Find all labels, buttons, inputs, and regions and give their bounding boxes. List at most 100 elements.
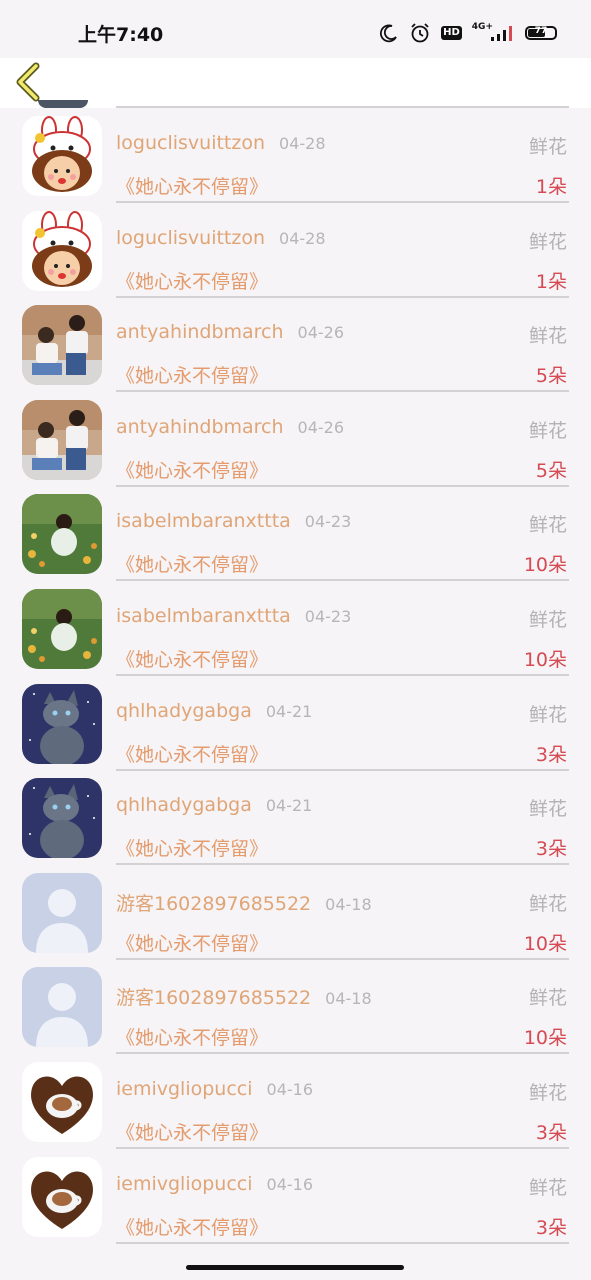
username: loguclisvuittzon [116,226,266,249]
date: 04-21 [265,701,313,721]
gift-type: 鲜花 [528,230,567,253]
hd-icon: HD [441,26,462,40]
date: 04-18 [325,989,372,1009]
battery-icon: 77 [525,26,557,40]
status-time: 上午7:40 [78,24,164,46]
username: 游客1602897685522 [116,987,312,1010]
avatar-bunny-cartoon [22,210,102,291]
gift-count: 3朵 [535,743,567,766]
avatar-default-user [22,967,102,1048]
username: loguclisvuittzon [116,132,266,154]
list-item[interactable]: isabelmbaranxttta 04-23 鲜花 《她心永不停留》 10朵 [0,581,591,676]
gift-count: 10朵 [523,932,567,955]
gift-type: 鲜花 [528,608,567,631]
avatar-coffee-heart [22,1156,102,1237]
home-indicator[interactable] [186,1265,404,1270]
list-item[interactable]: isabelmbaranxttta 04-23 鲜花 《她心永不停留》 10朵 [0,486,591,582]
gift-count: 3朵 [535,1216,567,1239]
username: antyahindbmarch [116,321,284,344]
username: qhlhadygabga [116,699,252,722]
gift-count: 10朵 [523,648,567,671]
list-item[interactable]: antyahindbmarch 04-26 鲜花 《她心永不停留》 5朵 [0,297,591,393]
battery-level: 77 [534,26,548,36]
avatar-girl-flowers [22,494,102,575]
list-item[interactable]: qhlhadygabga 04-21 鲜花 《她心永不停留》 3朵 [0,676,591,771]
song-title: 《她心永不停留》 [116,459,269,482]
username: iemivgliopucci [116,1172,253,1195]
gift-count: 5朵 [535,459,567,482]
song-title: 《她心永不停留》 [116,554,269,577]
song-title: 《她心永不停留》 [116,1027,269,1050]
username: isabelmbaranxttta [116,604,291,627]
username: isabelmbaranxttta [116,510,291,533]
list-item[interactable]: loguclisvuittzon 04-28 鲜花 《她心永不停留》 1朵 [0,108,591,203]
gift-type: 鲜花 [528,987,567,1010]
date: 04-23 [304,512,352,532]
song-title: 《她心永不停留》 [116,1216,269,1239]
gift-type: 鲜花 [528,1176,567,1199]
date: 04-18 [325,894,372,914]
song-title: 《她心永不停留》 [116,838,269,861]
username: iemivgliopucci [116,1077,253,1100]
gift-count: 1朵 [535,270,567,293]
divider [116,1241,569,1244]
list-item[interactable]: qhlhadygabga 04-21 鲜花 《她心永不停留》 3朵 [0,770,591,866]
gift-type: 鲜花 [528,798,567,821]
date: 04-28 [279,134,326,153]
username: qhlhadygabga [116,794,252,817]
alarm-icon [409,22,431,44]
avatar-couple-photo [22,305,102,386]
song-title: 《她心永不停留》 [116,648,269,671]
date: 04-16 [266,1174,314,1194]
gift-count: 3朵 [535,838,567,861]
gift-count: 3朵 [535,1121,567,1144]
nav-bar [0,58,591,108]
username: antyahindbmarch [116,415,284,438]
date: 04-16 [266,1079,314,1099]
avatar-bunny-cartoon [22,116,102,196]
avatar-couple-photo [22,399,102,480]
username: 游客1602897685522 [116,892,312,915]
date: 04-28 [279,228,326,248]
gift-list: loguclisvuittzon 04-28 鲜花 《她心永不停留》 1朵 lo… [0,108,591,1244]
avatar-coffee-heart [22,1061,102,1142]
gift-count: 5朵 [535,365,567,388]
song-title: 《她心永不停留》 [116,176,269,198]
list-item[interactable]: 游客1602897685522 04-18 鲜花 《她心永不停留》 10朵 [0,959,591,1055]
song-title: 《她心永不停留》 [116,270,269,293]
gift-type: 鲜花 [528,136,567,158]
gift-type: 鲜花 [528,514,567,537]
gift-type: 鲜花 [528,892,567,915]
avatar-cat-night [22,778,102,859]
signal-label: 4G+ [471,22,493,32]
song-title: 《她心永不停留》 [116,743,269,766]
signal-icon: 4G+ [471,22,515,42]
moon-icon [379,23,399,43]
list-item[interactable]: loguclisvuittzon 04-28 鲜花 《她心永不停留》 1朵 [0,203,591,298]
gift-count: 10朵 [523,554,567,577]
gift-count: 1朵 [535,176,567,198]
chevron-left-icon [16,62,40,102]
song-title: 《她心永不停留》 [116,932,269,955]
avatar-girl-flowers [22,588,102,669]
avatar-default-user [22,872,102,953]
avatar [38,100,88,108]
gift-type: 鲜花 [528,703,567,726]
list-item[interactable]: 游客1602897685522 04-18 鲜花 《她心永不停留》 10朵 [0,865,591,960]
date: 04-21 [265,796,313,816]
song-title: 《她心永不停留》 [116,365,269,388]
back-button[interactable] [12,62,46,102]
song-title: 《她心永不停留》 [116,1121,269,1144]
list-item[interactable]: iemivgliopucci 04-16 鲜花 《她心永不停留》 3朵 [0,1054,591,1149]
list-item[interactable]: antyahindbmarch 04-26 鲜花 《她心永不停留》 5朵 [0,392,591,487]
status-icons: HD 4G+ 77 [379,22,557,44]
gift-type: 鲜花 [528,1081,567,1104]
gift-type: 鲜花 [528,419,567,442]
list-item[interactable]: iemivgliopucci 04-16 鲜花 《她心永不停留》 3朵 [0,1149,591,1244]
status-bar: 上午7:40 HD 4G+ 77 [0,0,591,58]
date: 04-26 [297,323,345,343]
date: 04-26 [297,417,345,437]
gift-count: 10朵 [523,1027,567,1050]
avatar-cat-night [22,683,102,764]
gift-type: 鲜花 [528,325,567,348]
